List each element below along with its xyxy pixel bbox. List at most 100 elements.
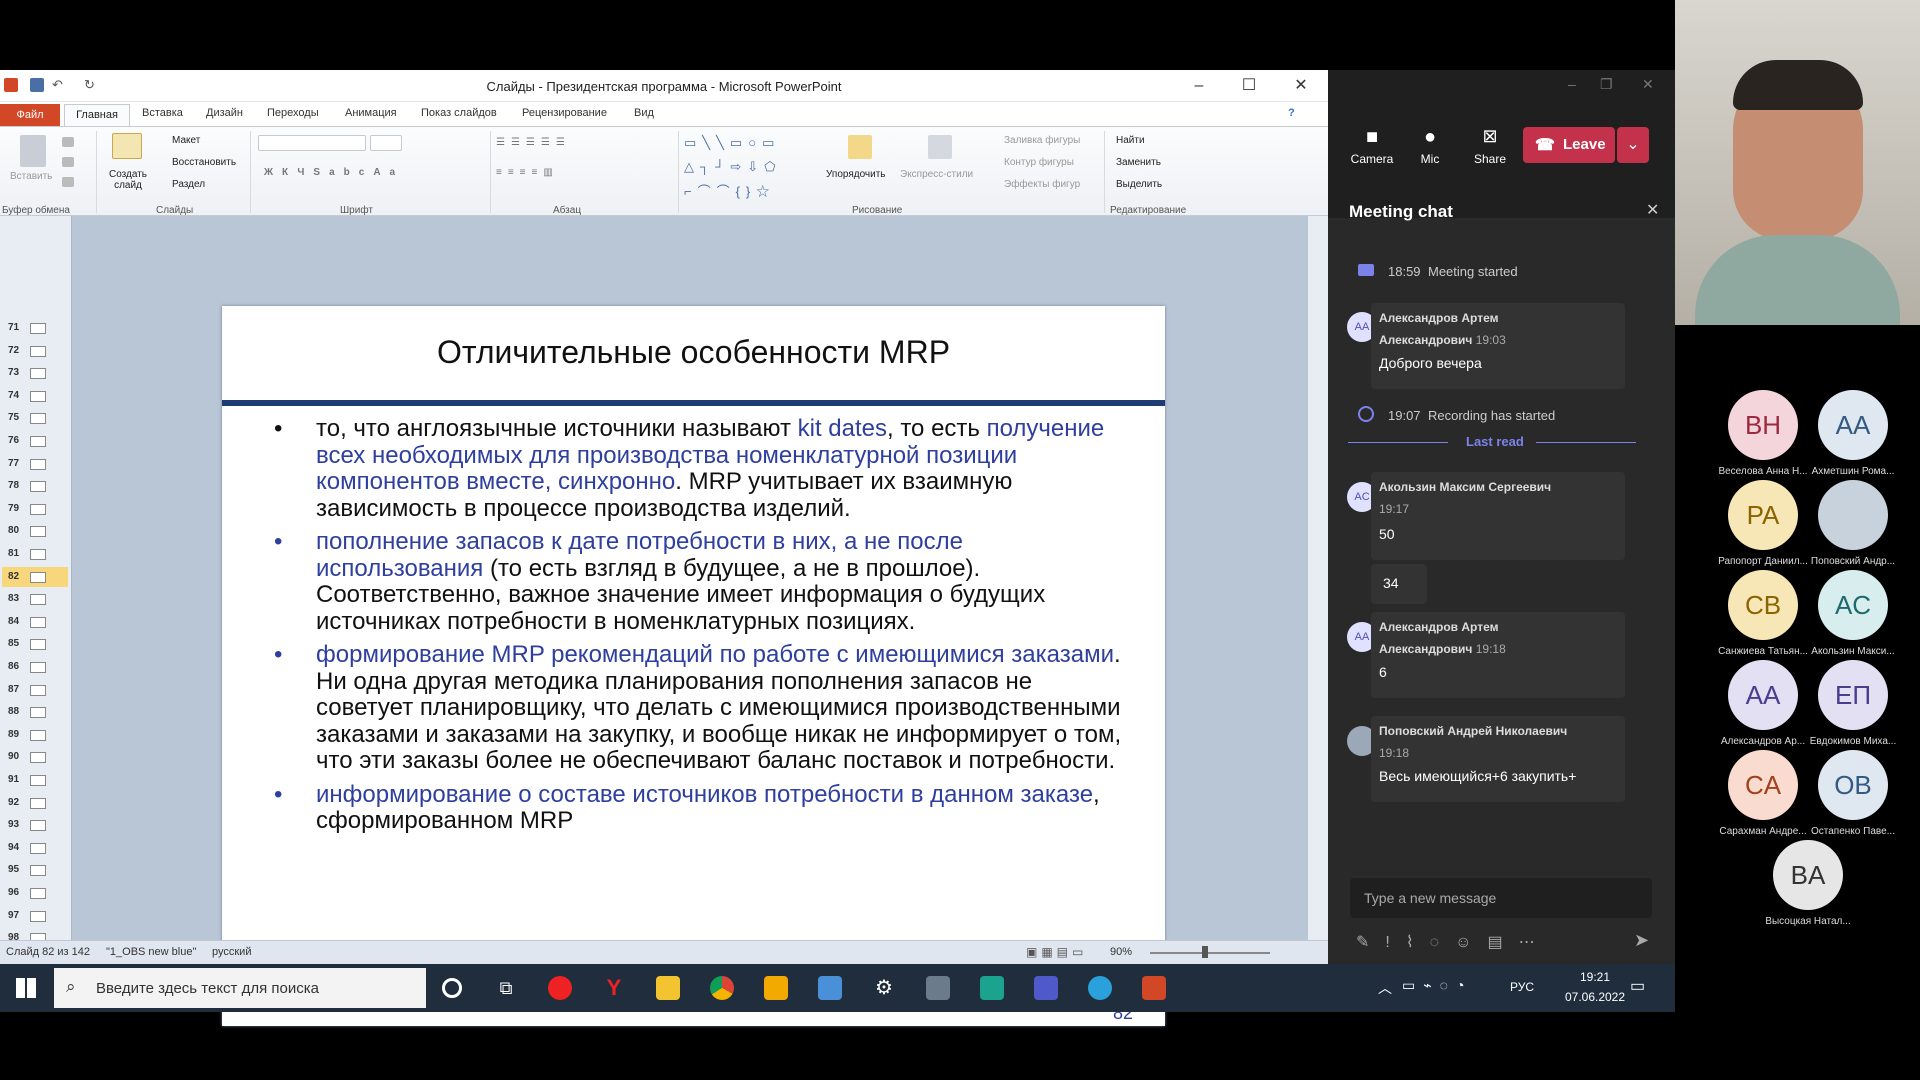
- chat-message[interactable]: 34: [1371, 564, 1427, 604]
- select-button[interactable]: Выделить: [1116, 179, 1162, 190]
- thumbnail-number[interactable]: 97: [8, 910, 19, 921]
- participant-avatar[interactable]: OB: [1818, 750, 1888, 820]
- tab-review[interactable]: Рецензирование: [522, 107, 607, 119]
- participant-avatar[interactable]: AC: [1818, 570, 1888, 640]
- close-icon[interactable]: ✕: [1286, 74, 1316, 98]
- notification-center-icon[interactable]: ▭: [1630, 976, 1645, 996]
- shapes-gallery-icons-3[interactable]: ⌐⌒⌒{}☆: [684, 181, 775, 200]
- clock-date[interactable]: 07.06.2022: [1560, 990, 1630, 1004]
- maximize-icon[interactable]: ☐: [1234, 74, 1264, 98]
- font-format-icons[interactable]: ЖКЧSabcAa: [264, 167, 404, 178]
- slide-thumbnail[interactable]: [30, 323, 46, 334]
- view-buttons-icons[interactable]: ▣▦▤▭: [1026, 945, 1087, 959]
- thumbnail-number[interactable]: 83: [8, 593, 19, 604]
- zoom-level[interactable]: 90%: [1110, 946, 1132, 958]
- participant-avatar[interactable]: CA: [1728, 750, 1798, 820]
- chat-close-icon[interactable]: ✕: [1646, 200, 1659, 220]
- slide-thumbnail[interactable]: [30, 594, 46, 606]
- tab-file[interactable]: Файл: [0, 104, 60, 126]
- share-button[interactable]: Share: [1462, 152, 1518, 166]
- thumbnail-number[interactable]: 74: [8, 390, 19, 401]
- thumbnail-number[interactable]: 85: [8, 638, 19, 649]
- close-icon[interactable]: ✕: [1642, 76, 1654, 93]
- slide-thumbnail[interactable]: [30, 390, 46, 402]
- participant-avatar[interactable]: PA: [1728, 480, 1798, 550]
- copy-icon[interactable]: [62, 157, 74, 167]
- app-hexagon-icon[interactable]: [980, 976, 1004, 1000]
- shape-effects-button[interactable]: Эффекты фигур: [1004, 179, 1080, 190]
- thumbnail-number[interactable]: 79: [8, 503, 19, 514]
- thumbnail-number[interactable]: 73: [8, 367, 19, 378]
- slide-thumbnail[interactable]: [30, 775, 46, 786]
- slide-thumbnail[interactable]: [30, 910, 46, 922]
- thumbnail-number[interactable]: 78: [8, 480, 19, 491]
- leave-dropdown-icon[interactable]: ⌄: [1617, 127, 1649, 163]
- mic-button[interactable]: Mic: [1402, 152, 1458, 166]
- leave-button[interactable]: ☎ Leave: [1523, 127, 1615, 163]
- clock-time[interactable]: 19:21: [1560, 970, 1630, 984]
- calculator-icon[interactable]: [926, 976, 950, 1000]
- slide-thumbnail[interactable]: [30, 413, 46, 425]
- thumbnail-number[interactable]: 91: [8, 774, 19, 785]
- tab-design[interactable]: Дизайн: [206, 107, 243, 119]
- paste-button[interactable]: Вставить: [10, 171, 52, 182]
- tab-animation[interactable]: Анимация: [345, 107, 397, 119]
- tab-transitions[interactable]: Переходы: [267, 107, 319, 119]
- slide-thumbnail[interactable]: [30, 662, 46, 673]
- compose-input[interactable]: Type a new message: [1364, 890, 1496, 906]
- find-button[interactable]: Найти: [1116, 135, 1145, 146]
- zoom-slider[interactable]: [1150, 952, 1270, 954]
- tray-chevron-icon[interactable]: ︿: [1378, 978, 1392, 998]
- shapes-gallery-icons[interactable]: ▭╲╲▭○▭: [684, 135, 780, 151]
- settings-gear-icon[interactable]: ⚙: [872, 976, 896, 1000]
- participant-avatar[interactable]: AA: [1818, 390, 1888, 460]
- chrome-icon[interactable]: [710, 976, 734, 1000]
- slide-thumbnail[interactable]: [30, 503, 46, 515]
- thumbnail-number[interactable]: 94: [8, 842, 19, 853]
- zoom-slider-thumb[interactable]: [1202, 946, 1208, 958]
- tray-icons[interactable]: ▭⌁◌◔: [1402, 977, 1472, 994]
- windows-start-icon[interactable]: [16, 978, 36, 998]
- new-slide-button[interactable]: Создать слайд: [106, 169, 150, 191]
- compose-toolbar-icons[interactable]: ✎!⌇◌☺▤⋯: [1356, 932, 1551, 952]
- replace-button[interactable]: Заменить: [1116, 157, 1161, 168]
- arrange-button[interactable]: Упорядочить: [826, 169, 886, 180]
- input-language[interactable]: РУС: [1510, 980, 1534, 994]
- thumbnail-number[interactable]: 92: [8, 797, 19, 808]
- yandex-browser-icon[interactable]: [548, 976, 572, 1000]
- slide-thumbnail[interactable]: [30, 368, 46, 380]
- thumbnail-number[interactable]: 77: [8, 458, 19, 469]
- powerpoint-taskbar-icon[interactable]: [1142, 976, 1166, 1000]
- chat-message[interactable]: Акользин Максим Сергеевич 19:17 50: [1371, 472, 1625, 560]
- participant-avatar[interactable]: AA: [1728, 660, 1798, 730]
- thumbnail-number[interactable]: 93: [8, 819, 19, 830]
- yandex-icon[interactable]: Y: [602, 976, 626, 1000]
- slide-thumbnail[interactable]: [30, 684, 46, 696]
- current-slide[interactable]: Отличительные особенности MRP • то, что а…: [222, 306, 1165, 1026]
- slide-thumbnail[interactable]: [30, 842, 46, 854]
- slide-thumbnail[interactable]: [30, 888, 46, 899]
- participant-avatar[interactable]: BA: [1773, 840, 1843, 910]
- new-slide-icon[interactable]: [112, 133, 142, 159]
- thumbnail-number[interactable]: 75: [8, 412, 19, 423]
- chat-message[interactable]: Александров Артем Александрович 19:18 6: [1371, 612, 1625, 698]
- compose-box[interactable]: Type a new message: [1350, 878, 1652, 918]
- camera-button[interactable]: Camera: [1344, 152, 1400, 166]
- task-view-icon[interactable]: ⧉: [494, 976, 518, 1000]
- font-family-select[interactable]: [258, 135, 366, 151]
- font-size-select[interactable]: [370, 135, 402, 151]
- mic-icon[interactable]: ●: [1402, 126, 1458, 149]
- thumbnail-number[interactable]: 82: [8, 571, 19, 582]
- shape-fill-button[interactable]: Заливка фигуры: [1004, 135, 1080, 146]
- cut-icon[interactable]: [62, 137, 74, 147]
- reset-button[interactable]: Восстановить: [172, 157, 236, 168]
- tab-view[interactable]: Вид: [634, 107, 654, 119]
- shape-outline-button[interactable]: Контур фигуры: [1004, 157, 1074, 168]
- participant-avatar[interactable]: [1818, 480, 1888, 550]
- cortana-icon[interactable]: [442, 978, 462, 998]
- vertical-scrollbar[interactable]: [1308, 216, 1328, 1010]
- minimize-icon[interactable]: –: [1184, 74, 1214, 98]
- format-painter-icon[interactable]: [62, 177, 74, 187]
- chat-message[interactable]: Александров Артем Александрович 19:03 До…: [1371, 303, 1625, 389]
- store-icon[interactable]: [818, 976, 842, 1000]
